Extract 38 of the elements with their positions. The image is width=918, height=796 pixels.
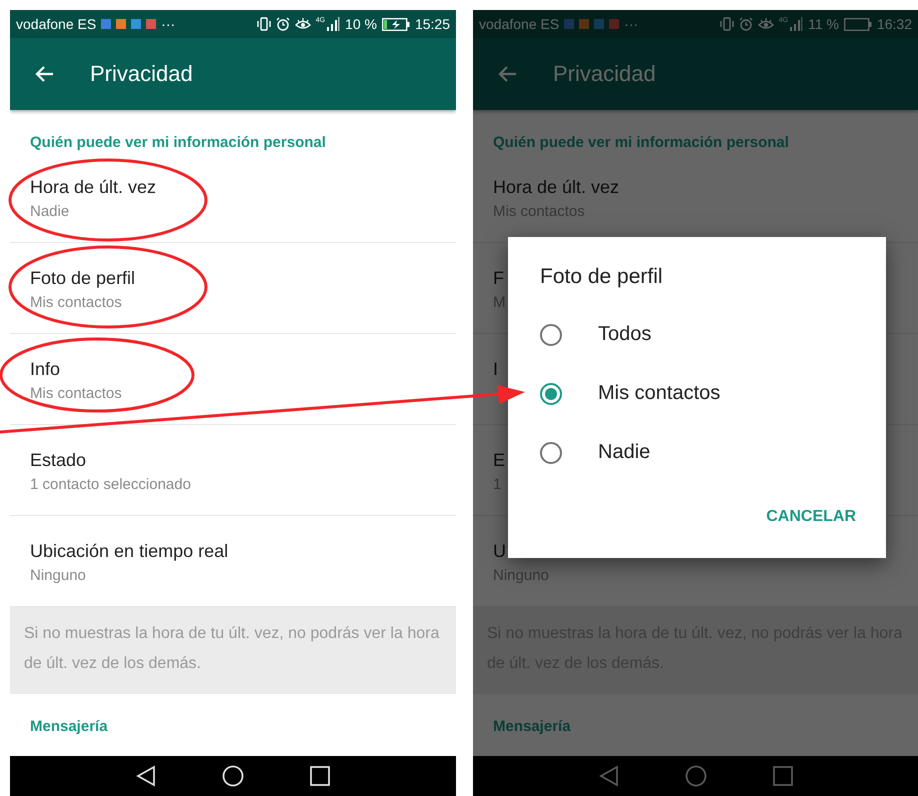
radio-option[interactable]: Nadie [540, 423, 650, 482]
settings-row[interactable]: Info Mis contactos [10, 334, 456, 425]
setting-title: I [493, 358, 498, 380]
battery-percent: 10 % [345, 16, 377, 32]
dialog-title: Foto de perfil [540, 264, 663, 290]
settings-row[interactable]: Estado 1 contacto seleccionado [10, 425, 456, 516]
setting-value: Mis contactos [30, 384, 122, 404]
radio-option[interactable]: Mis contactos [540, 364, 720, 423]
section-header: Mensajería [493, 718, 571, 735]
setting-title: Estado [30, 449, 86, 471]
carrier-name: vodafone ES [16, 16, 96, 32]
screen-title: Privacidad [90, 61, 193, 87]
section-header: Quién puede ver mi información personal [493, 134, 789, 151]
setting-title: Hora de últ. vez [493, 176, 620, 198]
screen-title: Privacidad [553, 61, 656, 87]
carrier-name: vodafone ES [479, 16, 560, 32]
battery-percent: 11 % [808, 16, 839, 32]
more-notifications: ··· [161, 16, 176, 32]
clock-time: 16:32 [876, 16, 912, 32]
setting-title: Hora de últ. vez [30, 176, 156, 198]
setting-title: U [493, 540, 506, 562]
setting-title: Foto de perfil [30, 267, 136, 289]
setting-value: Nadie [30, 202, 70, 222]
info-note-text: Si no muestras la hora de tu últ. vez, no podrás ver la hora de últ. vez de los demás. [24, 624, 440, 674]
setting-value: 1 contacto seleccionado [30, 475, 191, 495]
more-notifications: ··· [624, 16, 638, 32]
settings-row[interactable]: Foto de perfil Mis contactos [10, 243, 456, 334]
section-header: Quién puede ver mi información personal [30, 134, 326, 151]
setting-value: Ninguno [30, 566, 86, 586]
section-header: Mensajería [30, 718, 108, 735]
settings-row[interactable]: Hora de últ. vez Nadie [10, 152, 456, 243]
setting-value: Mis contactos [30, 293, 122, 313]
setting-title: F [493, 267, 504, 289]
setting-title: Info [30, 358, 60, 380]
radio-option[interactable]: Todos [540, 305, 652, 364]
clock-time: 15:25 [414, 16, 450, 32]
setting-title: Ubicación en tiempo real [30, 540, 228, 562]
setting-title: E [493, 449, 506, 471]
